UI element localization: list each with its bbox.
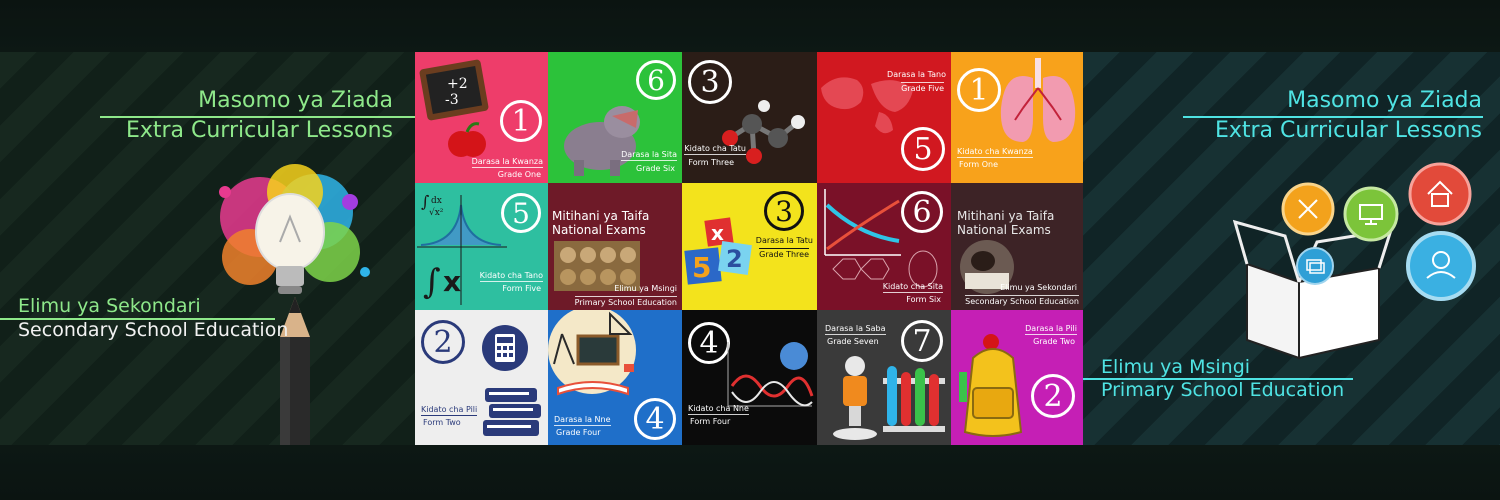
tile-caption-en: Form Six [906,295,941,304]
tile-darasa-la-nne[interactable]: Darasa la Nne Grade Four 4 [548,310,682,445]
tile-number: 5 [901,127,945,171]
svg-text:x: x [443,265,461,298]
tile-caption-sw: Darasa la Saba [825,324,886,335]
tile-caption-en: Secondary School Education [965,295,1079,306]
books-icon [483,388,541,436]
tile-caption-en: Form One [959,160,998,169]
svg-text:dx: dx [431,196,442,206]
school-bag-icon [959,334,1023,437]
left-heading-en: Extra Curricular Lessons [125,118,393,143]
banner: Masomo ya Ziada Extra Curricular Lessons… [0,0,1500,500]
tile-caption-sw: Elimu ya Sekondari [1000,283,1077,292]
tile-darasa-la-sita[interactable]: 6 Darasa la Sita Grade Six [548,52,682,183]
tile-number: 5 [501,193,541,233]
svg-text:-3: -3 [445,92,459,108]
tile-caption-en: Primary School Education [574,296,677,307]
tile-number: 6 [636,60,676,100]
tile-caption-en: Grade Two [1033,337,1075,346]
tile-caption-sw: Kidato cha Kwanza [957,147,1033,158]
tile-darasa-la-tatu[interactable]: x 5 2 3 Darasa la Tatu Grade Three [682,183,817,310]
svg-text:+2: +2 [447,76,468,92]
right-sub-sw: Elimu ya Msingi [1101,356,1251,378]
tile-number: 7 [901,320,943,362]
tile-title-en: National Exams [552,223,646,237]
tile-caption-en: Grade Seven [827,337,879,346]
tile-kidato-cha-tano[interactable]: ∫ dx √x² ∫ x 5 Kidato cha Tano Form Five [415,183,548,310]
svg-text:5: 5 [692,251,711,284]
calculator-icon [482,325,528,371]
tile-caption-en: Grade Three [759,248,809,259]
tile-kidato-cha-tatu[interactable]: 3 Kidato cha Tatu Form Three [682,52,817,183]
tile-caption-sw: Kidato cha Tatu [684,144,746,155]
tile-caption-sw: Kidato cha Sita [882,282,943,293]
tile-mitihani-primary[interactable]: Mitihani ya Taifa National Exams Elimu y… [548,183,682,310]
tools-icon [1281,182,1335,236]
tile-mitihani-secondary[interactable]: Mitihani ya Taifa National Exams Elimu y… [951,183,1083,310]
tile-kidato-cha-pili[interactable]: 2 Kidato cha Pili Form Two [415,310,548,445]
tile-caption-en: Form Four [690,417,731,426]
tile-title-en: National Exams [957,223,1051,237]
tile-caption-sw: Kidato cha Tano [479,271,543,282]
left-sub-sw: Elimu ya Sekondari [18,295,201,317]
svg-text:∫: ∫ [423,262,441,302]
tile-caption-sw: Darasa la Kwanza [471,157,543,168]
user-icon [1406,231,1476,301]
lungs-icon [1000,58,1076,142]
course-grid: +2 -3 1 Darasa la Kwanza Grade One 6 Dar… [415,52,1083,445]
tile-darasa-la-saba[interactable]: Darasa la Saba Grade Seven 7 [817,310,951,445]
tile-kidato-cha-kwanza[interactable]: 1 Kidato cha Kwanza Form One [951,52,1083,183]
left-panel: Masomo ya Ziada Extra Curricular Lessons… [0,52,415,445]
tile-caption-en: Grade One [497,170,541,179]
monitor-icon [1343,186,1399,242]
tile-number: 2 [421,320,465,364]
tile-caption-sw: Darasa la Sita [621,150,677,161]
tile-number: 2 [1031,374,1075,418]
cards-icon [1296,247,1334,285]
apple-icon [448,122,486,157]
tile-caption-sw: Elimu ya Msingi [614,284,677,293]
svg-text:√x²: √x² [429,207,444,218]
tile-title-sw: Mitihani ya Taifa [957,209,1055,223]
tile-caption-sw: Darasa la Nne [554,415,611,426]
svg-text:2: 2 [726,245,743,273]
tile-caption-en: Grade Five [901,82,944,93]
tile-kidato-cha-sita[interactable]: 6 Kidato cha Sita Form Six [817,183,951,310]
right-heading-sw: Masomo ya Ziada [1287,88,1482,113]
chalkboard-icon: +2 -3 [419,59,489,121]
tile-caption-sw: Darasa la Tano [887,70,946,79]
tile-darasa-la-kwanza[interactable]: +2 -3 1 Darasa la Kwanza Grade One [415,52,548,183]
tile-caption-en: Grade Four [556,428,601,437]
tile-number: 6 [901,191,943,233]
classroom-board-icon [548,310,636,396]
number-blocks-icon: x 5 2 [684,217,752,285]
tile-caption-sw: Darasa la Pili [1025,324,1077,335]
tile-darasa-la-tano[interactable]: Darasa la Tano Grade Five 5 [817,52,951,183]
test-tubes-icon [883,366,945,432]
left-sub-en: Secondary School Education [18,319,289,341]
tile-caption-en: Form Three [688,158,734,167]
tile-caption-en: Form Five [502,284,541,293]
tile-title-sw: Mitihani ya Taifa [552,209,650,223]
integral-formula-icon: ∫ dx √x² ∫ x [417,192,507,305]
right-sub-en: Primary School Education [1101,379,1345,401]
light-bulb-icon [219,164,370,294]
home-icon [1408,162,1472,226]
hippo-icon [564,106,640,176]
tile-number: 4 [634,398,676,440]
tile-caption-en: Grade Six [636,164,675,173]
tile-caption-en: Form Two [423,418,461,427]
left-heading-sw: Masomo ya Ziada [198,88,393,113]
tile-caption-sw: Kidato cha Nne [688,404,749,415]
right-heading-en: Extra Curricular Lessons [1214,118,1482,143]
tile-caption-sw: Darasa la Tatu [755,236,813,245]
right-panel: Masomo ya Ziada Extra Curricular Lessons [1083,52,1500,445]
tile-kidato-cha-nne[interactable]: 4 Kidato cha Nne Form Four [682,310,817,445]
svg-text:x: x [711,221,724,245]
tile-darasa-la-pili[interactable]: Darasa la Pili Grade Two 2 [951,310,1083,445]
tile-number: 3 [764,191,804,231]
tile-caption-sw: Kidato cha Pili [421,405,478,416]
microscope-icon [833,356,877,440]
tile-number: 1 [500,100,542,142]
